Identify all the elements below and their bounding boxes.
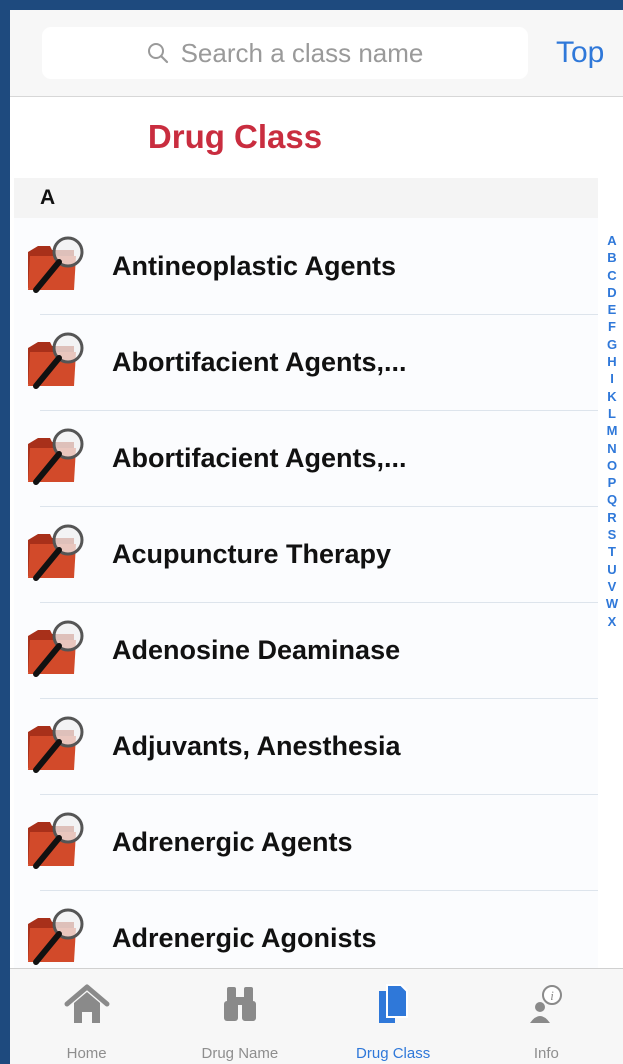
top-button[interactable]: Top: [556, 36, 604, 70]
folder-search-icon: [28, 236, 84, 293]
index-letter[interactable]: V: [602, 578, 622, 595]
tab-drug-name[interactable]: Drug Name: [163, 969, 316, 1064]
alphabet-index[interactable]: ABCDEFGHIKLMNOPQRSTUVWX: [602, 232, 622, 630]
list-item[interactable]: Adrenergic Agents: [14, 794, 598, 890]
drug-class-list: Antineoplastic Agents Abortifacient Agent…: [14, 218, 598, 986]
index-letter[interactable]: W: [602, 595, 622, 612]
list-item[interactable]: Adjuvants, Anesthesia: [14, 698, 598, 794]
list-item-label: Antineoplastic Agents: [112, 251, 397, 281]
index-letter[interactable]: N: [602, 440, 622, 457]
folder-search-icon: [28, 524, 84, 581]
app-screen: Search a class name Top Drug Class A Ant…: [10, 10, 623, 1064]
tab-home-label: Home: [66, 1045, 107, 1062]
tab-info-label: Info: [533, 1045, 559, 1062]
list-item[interactable]: Abortifacient Agents,...: [14, 410, 598, 506]
index-letter[interactable]: A: [602, 232, 622, 249]
index-letter[interactable]: U: [602, 561, 622, 578]
index-letter[interactable]: R: [602, 509, 622, 526]
tab-bar: Home Drug Name Drug Class i Info: [10, 968, 623, 1064]
search-icon: [147, 43, 168, 64]
index-letter[interactable]: C: [602, 267, 622, 284]
index-letter[interactable]: O: [602, 457, 622, 474]
search-input[interactable]: Search a class name: [42, 27, 528, 79]
binoculars-icon: [223, 987, 256, 1021]
list-item-label: Adrenergic Agents: [112, 827, 353, 857]
list-item-label: Adenosine Deaminase: [112, 635, 401, 665]
page-title: Drug Class: [147, 118, 323, 155]
list-item[interactable]: Antineoplastic Agents: [14, 218, 598, 314]
list-item[interactable]: Acupuncture Therapy: [14, 506, 598, 602]
index-letter[interactable]: F: [602, 318, 622, 335]
folder-search-icon: [28, 716, 84, 773]
tab-drug-class[interactable]: Drug Class: [317, 969, 470, 1064]
index-letter[interactable]: G: [602, 336, 622, 353]
index-letter[interactable]: B: [602, 249, 622, 266]
list-item-label: Acupuncture Therapy: [112, 539, 392, 569]
index-letter[interactable]: Q: [602, 491, 622, 508]
list-item-label: Abortifacient Agents,...: [112, 443, 407, 473]
list-item-label: Adjuvants, Anesthesia: [112, 731, 401, 761]
info-person-icon: i: [530, 985, 563, 1023]
folder-search-icon: [28, 812, 84, 869]
list-item-label: Abortifacient Agents,...: [112, 347, 407, 377]
section-header-a: A: [14, 178, 598, 218]
index-letter[interactable]: K: [602, 388, 622, 405]
svg-text:i: i: [551, 988, 555, 1003]
index-letter[interactable]: D: [602, 284, 622, 301]
search-placeholder: Search a class name: [180, 37, 424, 68]
list-item[interactable]: Adenosine Deaminase: [14, 602, 598, 698]
tab-drug-class-label: Drug Class: [356, 1045, 431, 1062]
tab-home[interactable]: Home: [10, 969, 163, 1064]
documents-icon: [379, 984, 409, 1023]
tab-drug-name-label: Drug Name: [201, 1045, 279, 1062]
list-item[interactable]: Abortifacient Agents,...: [14, 314, 598, 410]
folder-search-icon: [28, 332, 84, 389]
index-letter[interactable]: H: [602, 353, 622, 370]
tab-info[interactable]: i Info: [470, 969, 623, 1064]
index-letter[interactable]: E: [602, 301, 622, 318]
index-letter[interactable]: I: [602, 370, 622, 387]
folder-search-icon: [28, 428, 84, 485]
index-letter[interactable]: S: [602, 526, 622, 543]
search-bar: Search a class name Top: [10, 10, 623, 97]
folder-search-icon: [28, 620, 84, 677]
index-letter[interactable]: X: [602, 613, 622, 630]
folder-search-icon: [28, 908, 84, 965]
index-letter[interactable]: T: [602, 543, 622, 560]
index-letter[interactable]: P: [602, 474, 622, 491]
home-icon: [64, 984, 110, 1023]
index-letter[interactable]: M: [602, 422, 622, 439]
index-letter[interactable]: L: [602, 405, 622, 422]
